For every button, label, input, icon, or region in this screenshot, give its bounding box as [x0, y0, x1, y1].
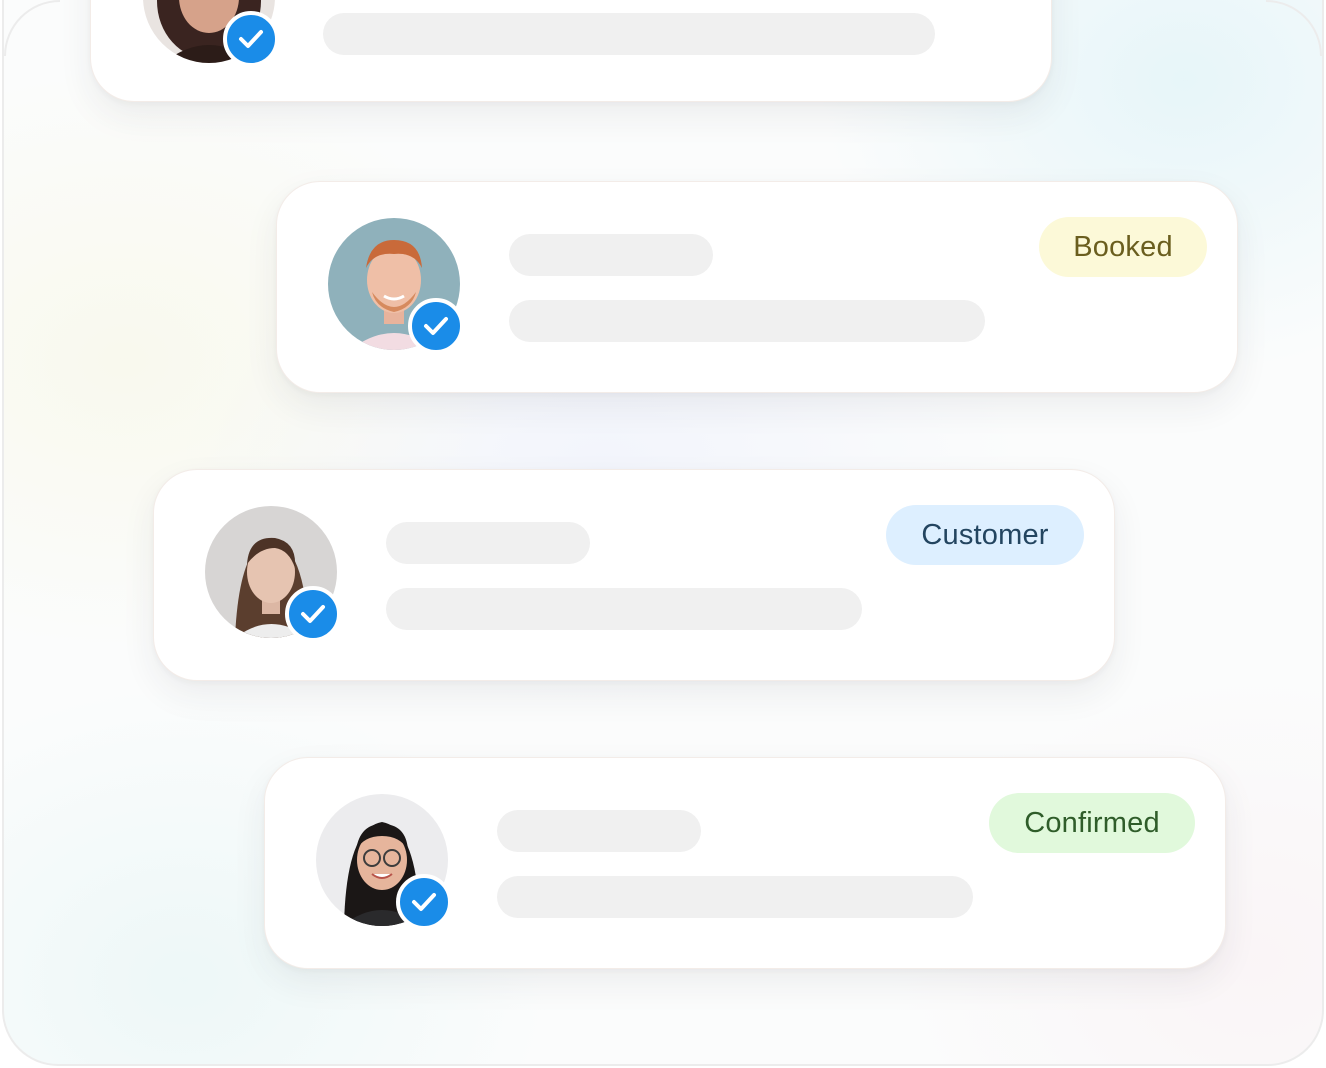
status-badge: Booked [1039, 217, 1207, 277]
contact-card[interactable]: Customer [153, 469, 1115, 681]
avatar [143, 0, 279, 67]
frame-corner [4, 0, 60, 56]
verified-badge [396, 874, 452, 930]
placeholder-line [386, 588, 862, 630]
placeholder-title [509, 234, 713, 276]
placeholder-title [386, 522, 590, 564]
app-frame: Booked Customer Confirmed [2, 0, 1324, 1066]
verified-badge [285, 586, 341, 642]
status-badge: Confirmed [989, 793, 1195, 853]
frame-corner [1266, 0, 1322, 56]
placeholder-line [497, 876, 973, 918]
status-badge: Customer [886, 505, 1084, 565]
checkmark-icon [239, 30, 263, 48]
verified-badge [408, 298, 464, 354]
placeholder-title [497, 810, 701, 852]
contact-card[interactable] [90, 0, 1052, 102]
avatar [205, 506, 341, 642]
checkmark-icon [424, 317, 448, 335]
checkmark-icon [412, 893, 436, 911]
placeholder-line [509, 300, 985, 342]
avatar [328, 218, 464, 354]
contact-card[interactable]: Confirmed [264, 757, 1226, 969]
avatar [316, 794, 452, 930]
contact-card[interactable]: Booked [276, 181, 1238, 393]
placeholder-line [323, 13, 935, 55]
verified-badge [223, 11, 279, 67]
checkmark-icon [301, 605, 325, 623]
